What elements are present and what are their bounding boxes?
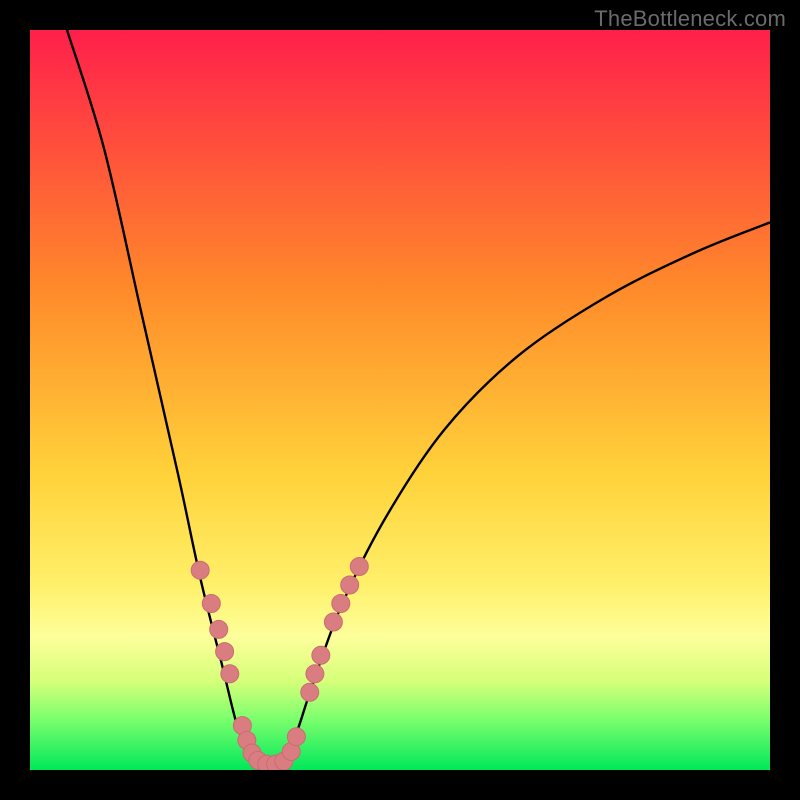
data-marker [221, 665, 239, 683]
data-marker [216, 643, 234, 661]
data-marker [301, 683, 319, 701]
data-marker [324, 613, 342, 631]
data-marker [306, 665, 324, 683]
data-marker [350, 558, 368, 576]
curve-markers [191, 558, 368, 771]
data-marker [191, 561, 209, 579]
watermark-label: TheBottleneck.com [594, 6, 786, 32]
data-marker [332, 595, 350, 613]
data-marker [312, 646, 330, 664]
chart-svg [30, 30, 770, 770]
chart-frame [30, 30, 770, 770]
data-marker [341, 576, 359, 594]
data-marker [202, 595, 220, 613]
data-marker [287, 728, 305, 746]
curve-right [282, 222, 770, 762]
data-marker [210, 620, 228, 638]
